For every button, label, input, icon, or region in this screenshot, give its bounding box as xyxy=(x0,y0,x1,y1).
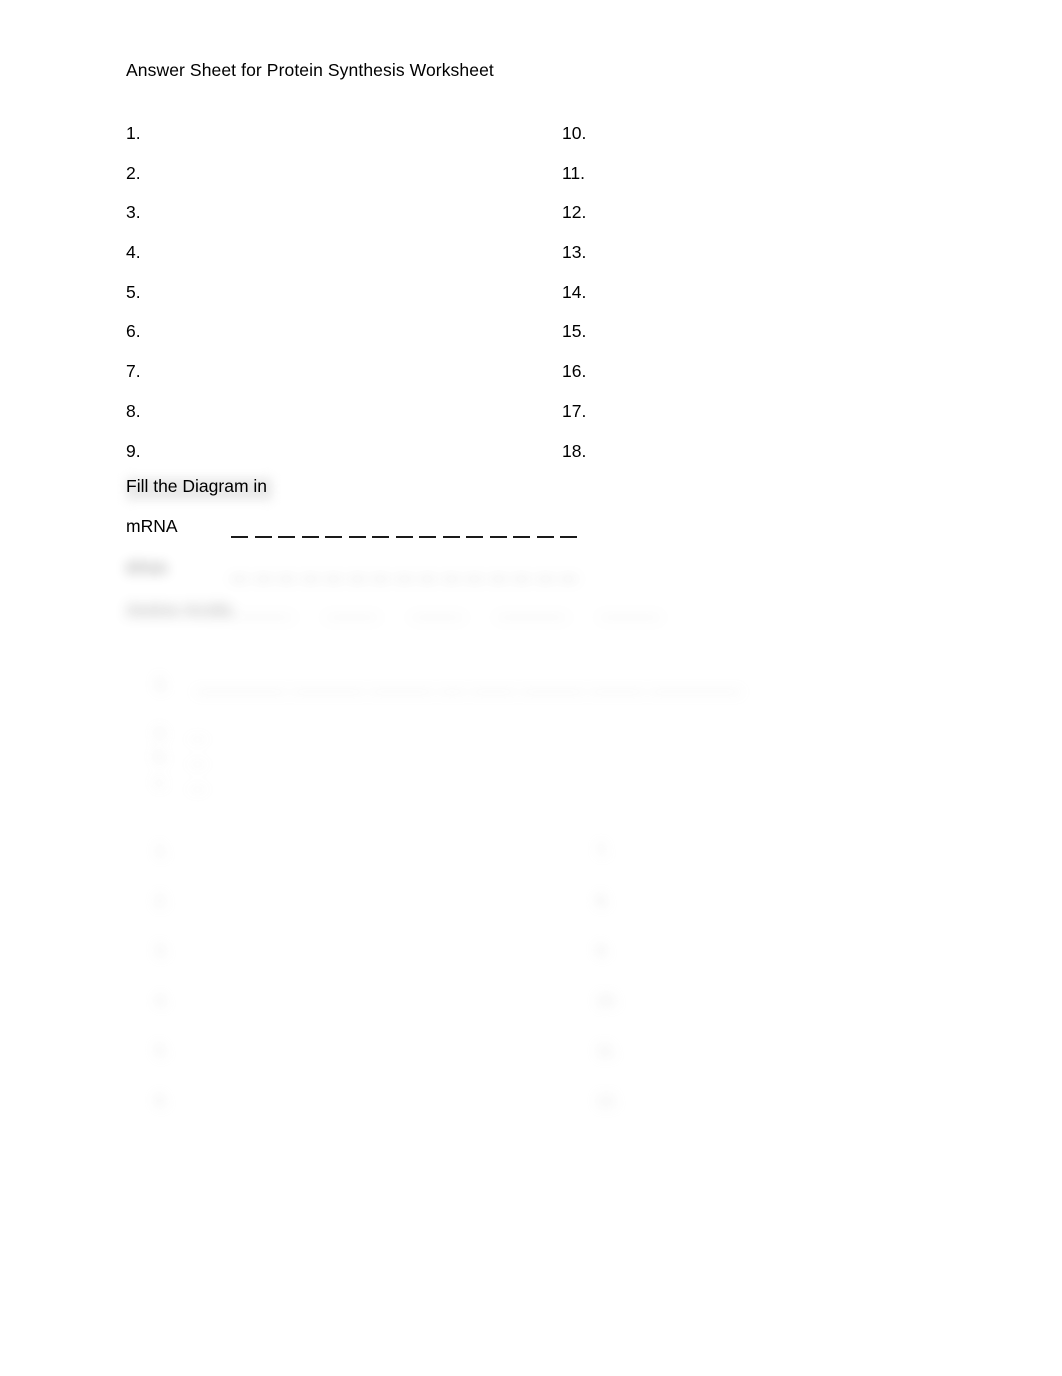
answer-blank xyxy=(231,578,248,580)
document-page: Answer Sheet for Protein Synthesis Works… xyxy=(0,0,1062,1376)
answer-item: 2. xyxy=(126,162,141,183)
answer-item: 12. xyxy=(562,202,587,223)
answer-blank xyxy=(372,578,389,580)
answer-item: 11. xyxy=(562,162,586,183)
answer-list-right: 10. 11. 12. 13. 14. 15. 16. 17. 18. xyxy=(562,122,586,479)
answer-list-left: 1. 2. 3. 4. 5. 6. 7. 8. 9. xyxy=(126,122,141,479)
faded-list-item: 9. xyxy=(596,942,610,960)
answer-blank xyxy=(489,578,507,580)
faded-list-item: 11. xyxy=(596,1042,618,1060)
faded-list-left: 1. 2. 3. 4. 5. 6. xyxy=(155,840,169,1140)
amino-acid-slot: ________ xyxy=(496,602,568,619)
faded-option-key: b. xyxy=(155,749,168,766)
answer-blank xyxy=(489,536,507,538)
answer-item: 13. xyxy=(562,242,587,263)
answer-blank xyxy=(325,578,342,580)
faded-list-item: 8. xyxy=(596,892,610,910)
diagram-row-label: tRNA xyxy=(126,558,168,578)
amino-acid-slot: ______ xyxy=(410,602,465,619)
amino-acid-slot: _______ xyxy=(231,602,294,619)
faded-list-right: 7. 8. 9. 10. 11. 12. xyxy=(596,840,619,1140)
answer-item: 10. xyxy=(562,123,587,143)
answer-blank xyxy=(442,536,460,538)
faded-list-item: 7. xyxy=(596,842,610,860)
faded-list-item: 4. xyxy=(155,992,169,1010)
answer-item: 6. xyxy=(126,321,141,342)
mrna-blanks xyxy=(231,514,577,538)
page-title: Answer Sheet for Protein Synthesis Works… xyxy=(126,60,494,80)
answer-blank xyxy=(442,578,460,580)
faded-list-item: 2. xyxy=(155,892,169,910)
faded-question-text: __________ ________ _______ ___ _____ __… xyxy=(195,675,742,693)
answer-blank xyxy=(466,536,483,538)
answer-blank xyxy=(254,578,272,580)
faded-question: 1. __________ ________ _______ ___ _____… xyxy=(155,672,741,696)
answer-item: 15. xyxy=(562,321,587,342)
amino-acid-slot: ______ xyxy=(325,602,379,619)
faded-list-item: 6. xyxy=(155,1092,169,1110)
answer-blank xyxy=(278,536,295,538)
answer-blank xyxy=(419,536,436,538)
answer-blank xyxy=(278,578,295,580)
answer-blank xyxy=(419,578,436,580)
faded-option-text: __ xyxy=(189,724,207,741)
answer-item: 18. xyxy=(562,440,587,461)
answer-blank xyxy=(254,536,272,538)
answer-item: 17. xyxy=(562,400,587,421)
answer-blank xyxy=(372,536,389,538)
faded-option-list: a. __ b. __ c. __ xyxy=(155,722,206,797)
answer-item: 16. xyxy=(562,361,587,382)
faded-list-item: 3. xyxy=(155,942,169,960)
amino-acid-slot: _______ xyxy=(599,602,662,619)
faded-option-item: a. __ xyxy=(155,722,206,747)
answer-blank xyxy=(513,578,530,580)
answer-blank xyxy=(466,578,483,580)
answer-item: 8. xyxy=(126,400,141,421)
diagram-row-label: mRNA xyxy=(126,516,178,536)
answer-blank xyxy=(348,536,366,538)
answer-blank xyxy=(301,578,319,580)
answer-item: 4. xyxy=(126,242,141,263)
faded-list-item: 10. xyxy=(596,992,619,1010)
faded-list-item: 1. xyxy=(155,842,169,860)
answer-item: 7. xyxy=(126,361,141,382)
trna-blanks xyxy=(231,556,577,580)
diagram-row-amino-acids: Amino Acids _______ ______ ______ ______… xyxy=(126,598,662,628)
answer-blank xyxy=(536,536,554,538)
faded-option-text: __ xyxy=(189,774,207,791)
answer-item: 3. xyxy=(126,202,141,223)
faded-option-item: b. __ xyxy=(155,747,206,772)
answer-blank xyxy=(513,536,530,538)
answer-item: 5. xyxy=(126,281,141,302)
answer-blank xyxy=(348,578,366,580)
answer-blank xyxy=(536,578,554,580)
answer-blank xyxy=(231,536,248,538)
answer-blank xyxy=(325,536,342,538)
amino-acid-slots: _______ ______ ______ ________ _______ xyxy=(231,600,662,622)
faded-question-number: 1. xyxy=(155,675,169,693)
diagram-row-trna: tRNA xyxy=(126,556,596,586)
answer-blank xyxy=(395,536,413,538)
faded-list-item: 12. xyxy=(596,1092,619,1110)
answer-blank xyxy=(395,578,413,580)
faded-option-key: a. xyxy=(155,724,168,741)
fill-diagram-heading: Fill the Diagram in xyxy=(126,476,268,496)
answer-item: 14. xyxy=(562,281,587,302)
diagram-row-label: Amino Acids xyxy=(126,600,233,620)
diagram-row-mrna: mRNA xyxy=(126,514,596,544)
answer-item: 1. xyxy=(126,123,141,143)
faded-list-item: 5. xyxy=(155,1042,169,1060)
answer-blank xyxy=(560,578,577,580)
answer-blank xyxy=(301,536,319,538)
answer-blank xyxy=(560,536,577,538)
faded-option-item: c. __ xyxy=(155,772,206,797)
faded-option-text: __ xyxy=(189,749,207,766)
faded-option-key: c. xyxy=(155,774,168,791)
